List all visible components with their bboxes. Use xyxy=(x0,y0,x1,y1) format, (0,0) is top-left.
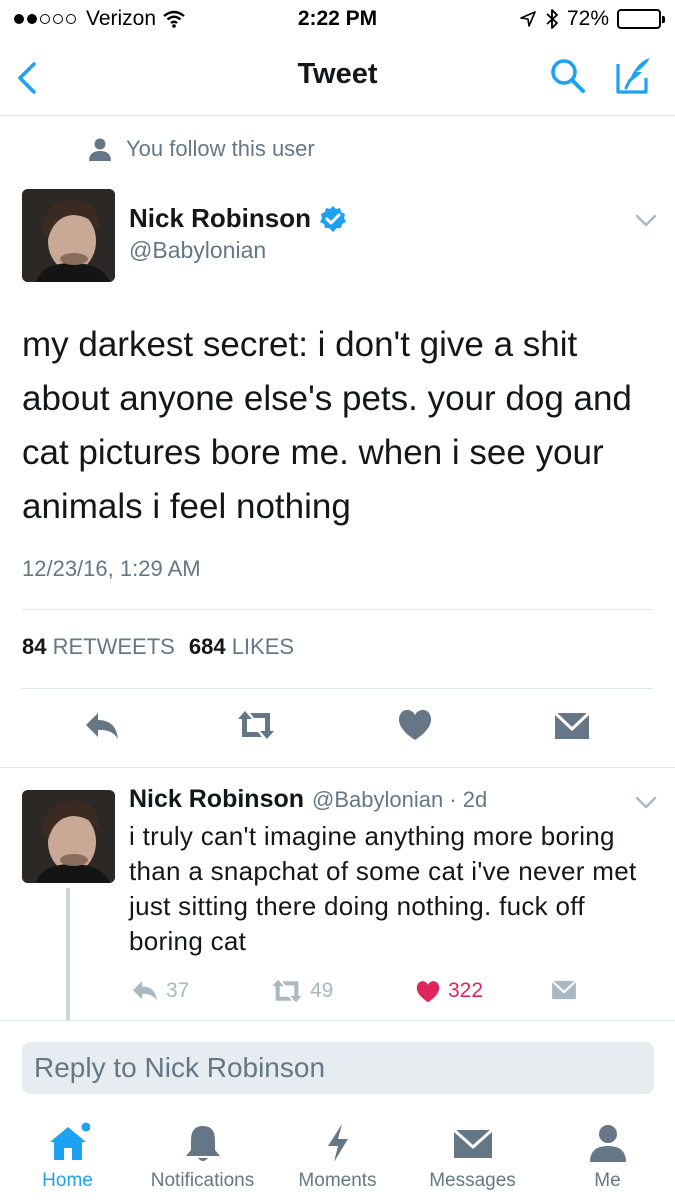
avatar-image xyxy=(22,189,115,282)
status-right: 72% xyxy=(519,7,665,31)
reply-author-row[interactable]: Nick Robinson @Babylonian · 2d xyxy=(129,785,487,814)
direct-message-icon[interactable] xyxy=(552,705,592,745)
reply-input[interactable]: Reply to Nick Robinson xyxy=(22,1042,654,1094)
tweet-text: my darkest secret: i don't give a shit a… xyxy=(22,325,632,526)
tweet-actions xyxy=(0,705,675,749)
lightning-icon xyxy=(327,1124,348,1162)
retweets-stat[interactable]: 84 RETWEETS xyxy=(22,634,175,660)
tab-home[interactable]: Home xyxy=(0,1108,135,1192)
tweet-timestamp: 12/23/16, 1:29 AM xyxy=(22,556,201,581)
avatar[interactable] xyxy=(22,189,115,282)
divider xyxy=(22,609,653,610)
retweet-icon xyxy=(272,979,302,1003)
battery-icon xyxy=(617,9,665,29)
person-icon xyxy=(89,138,111,161)
author-handle[interactable]: @Babylonian xyxy=(129,237,266,264)
tweet-stats: 84 RETWEETS 684 LIKES xyxy=(22,634,294,660)
tab-home-label: Home xyxy=(42,1170,93,1191)
author-name[interactable]: Nick Robinson xyxy=(129,203,347,234)
divider xyxy=(0,1020,675,1021)
verified-badge-icon xyxy=(320,205,347,232)
reply-reply-action[interactable]: 37 xyxy=(130,978,189,1004)
reply-author-name: Nick Robinson xyxy=(129,785,305,813)
tab-notifications[interactable]: Notifications xyxy=(135,1108,270,1192)
home-icon xyxy=(49,1122,90,1160)
reply-message-action[interactable] xyxy=(550,978,578,1002)
tab-moments[interactable]: Moments xyxy=(270,1108,405,1192)
reply-like-action[interactable]: 322 xyxy=(414,978,483,1004)
tab-me[interactable]: Me xyxy=(540,1108,675,1192)
status-bar: Verizon 2:22 PM 72% xyxy=(0,0,675,40)
tab-messages-label: Messages xyxy=(429,1170,516,1191)
divider xyxy=(22,688,653,689)
tab-bar: Home Notifications Moments Messages Me xyxy=(0,1108,675,1200)
chevron-down-icon[interactable] xyxy=(635,214,657,228)
follow-status-label: You follow this user xyxy=(126,136,315,161)
retweet-icon[interactable] xyxy=(236,705,276,745)
battery-percent: 72% xyxy=(566,7,609,30)
reply-icon xyxy=(133,981,157,1001)
reply-tweet-text: i truly can't imagine anything more bori… xyxy=(129,821,637,956)
follow-status: You follow this user xyxy=(88,136,315,162)
author-name-label: Nick Robinson xyxy=(129,203,312,233)
likes-label: LIKES xyxy=(231,634,295,659)
reply-avatar[interactable] xyxy=(22,790,115,883)
reply-retweet-action[interactable]: 49 xyxy=(270,978,333,1004)
search-icon[interactable] xyxy=(548,56,588,96)
retweets-label: RETWEETS xyxy=(52,634,175,659)
reply-icon[interactable] xyxy=(82,705,122,745)
reply-chevron-down-icon[interactable] xyxy=(635,796,657,810)
bell-icon xyxy=(185,1126,220,1161)
tab-notifications-label: Notifications xyxy=(150,1170,255,1191)
location-arrow-icon xyxy=(520,11,536,27)
envelope-icon xyxy=(452,1128,493,1158)
direct-message-icon xyxy=(551,980,577,1000)
likes-stat[interactable]: 684 LIKES xyxy=(189,634,294,660)
divider xyxy=(0,767,675,768)
reply-input-placeholder: Reply to Nick Robinson xyxy=(34,1052,326,1083)
compose-tweet-icon[interactable] xyxy=(612,54,656,98)
person-icon xyxy=(589,1125,626,1162)
navigation-bar: Tweet xyxy=(0,40,675,116)
bluetooth-icon xyxy=(546,9,558,29)
reply-retweet-count: 49 xyxy=(310,979,334,1002)
heart-icon xyxy=(416,981,440,1003)
heart-icon[interactable] xyxy=(395,705,435,745)
thread-connector-line xyxy=(66,888,70,1020)
reply-like-count: 322 xyxy=(448,979,484,1002)
reply-reply-count: 37 xyxy=(166,979,190,1002)
tab-me-label: Me xyxy=(594,1170,621,1191)
likes-count: 684 xyxy=(188,634,226,659)
reply-avatar-image xyxy=(22,790,115,883)
tab-messages[interactable]: Messages xyxy=(405,1108,540,1192)
reply-handle-time: @Babylonian · 2d xyxy=(312,787,488,812)
retweets-count: 84 xyxy=(22,634,47,659)
tab-moments-label: Moments xyxy=(298,1170,377,1191)
